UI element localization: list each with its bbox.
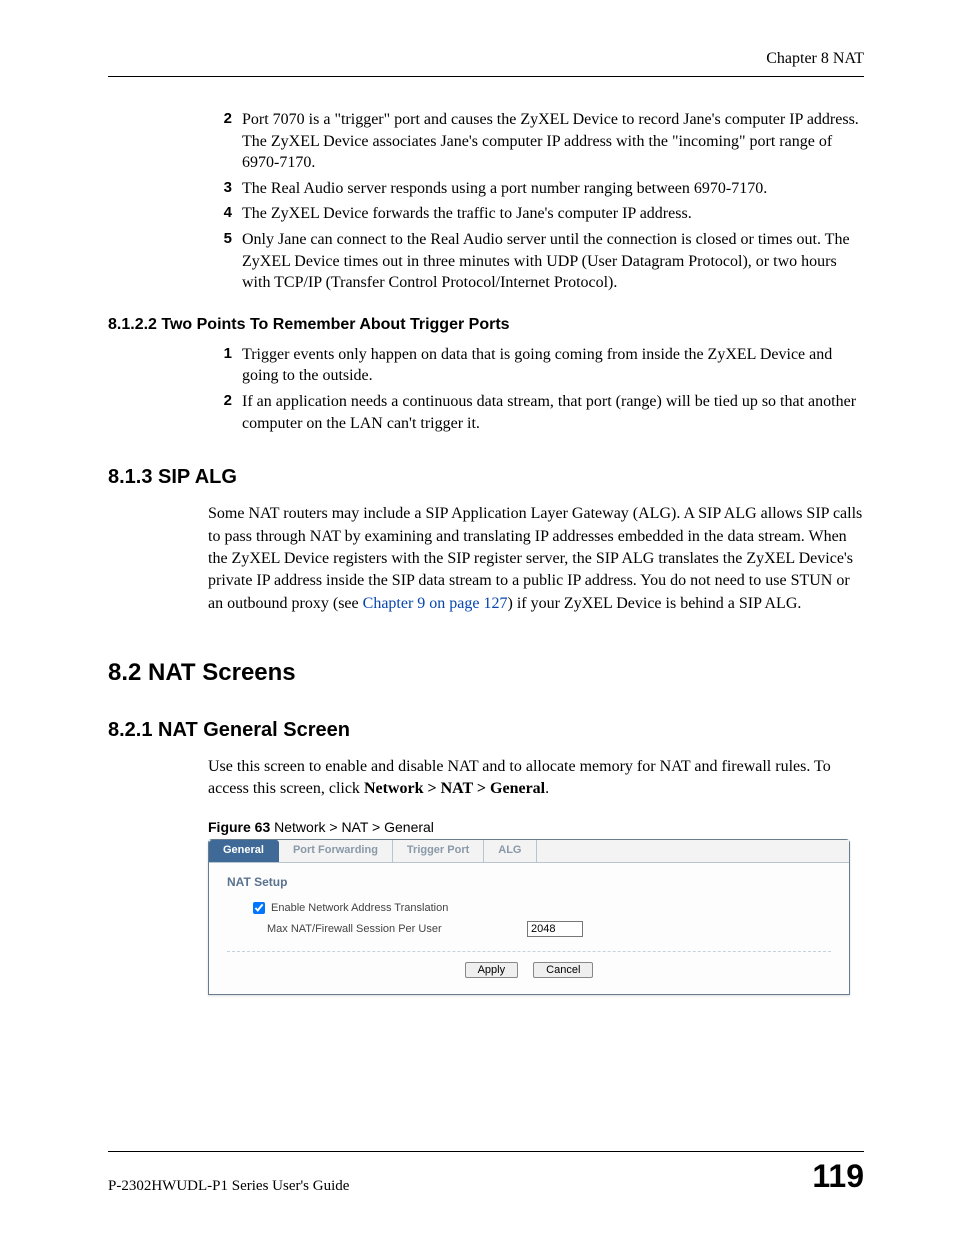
nat-general-screenshot: General Port Forwarding Trigger Port ALG… xyxy=(208,839,850,995)
tab-bar: General Port Forwarding Trigger Port ALG xyxy=(209,840,849,863)
heading-8-2-1: 8.2.1 NAT General Screen xyxy=(108,719,864,742)
panel-title: NAT Setup xyxy=(227,875,831,889)
nat-general-text-b: . xyxy=(545,780,549,797)
nat-general-paragraph: Use this screen to enable and disable NA… xyxy=(208,756,864,801)
heading-8-1-2-2: 8.1.2.2 Two Points To Remember About Tri… xyxy=(108,316,864,334)
cancel-button[interactable]: Cancel xyxy=(533,962,593,978)
step-number: 3 xyxy=(208,178,232,196)
footer-rule xyxy=(108,1151,864,1152)
step-text: Only Jane can connect to the Real Audio … xyxy=(242,229,864,294)
figure-caption-text: Network > NAT > General xyxy=(270,819,434,835)
chapter-9-link[interactable]: Chapter 9 on page 127 xyxy=(363,595,508,612)
figure-caption: Figure 63 Network > NAT > General xyxy=(208,819,864,835)
chapter-header: Chapter 8 NAT xyxy=(108,50,864,68)
tab-alg[interactable]: ALG xyxy=(484,840,536,862)
step-number: 2 xyxy=(208,391,232,409)
step-text: Trigger events only happen on data that … xyxy=(242,344,864,387)
page-number: 119 xyxy=(812,1158,864,1195)
step-number: 4 xyxy=(208,203,232,221)
nav-path: Network > NAT > General xyxy=(364,780,545,797)
tab-port-forwarding[interactable]: Port Forwarding xyxy=(279,840,393,862)
step-number: 1 xyxy=(208,344,232,362)
header-rule xyxy=(108,76,864,77)
max-session-input[interactable] xyxy=(527,921,583,937)
heading-8-2: 8.2 NAT Screens xyxy=(108,659,864,687)
step-number: 5 xyxy=(208,229,232,247)
trigger-port-steps: 2 Port 7070 is a "trigger" port and cause… xyxy=(208,109,864,294)
step-text: The Real Audio server responds using a p… xyxy=(242,178,864,200)
figure-number: Figure 63 xyxy=(208,819,270,835)
step-text: Port 7070 is a "trigger" port and causes… xyxy=(242,109,864,174)
sip-alg-text-b: ) if your ZyXEL Device is behind a SIP A… xyxy=(508,595,802,612)
tab-trigger-port[interactable]: Trigger Port xyxy=(393,840,484,862)
enable-nat-checkbox[interactable] xyxy=(253,902,265,914)
heading-8-1-3: 8.1.3 SIP ALG xyxy=(108,466,864,489)
step-number: 2 xyxy=(208,109,232,127)
trigger-ports-remember-list: 1 Trigger events only happen on data that… xyxy=(208,344,864,434)
apply-button[interactable]: Apply xyxy=(465,962,519,978)
sip-alg-paragraph: Some NAT routers may include a SIP Appli… xyxy=(208,503,864,615)
enable-nat-label: Enable Network Address Translation xyxy=(271,902,531,914)
footer-guide-name: P-2302HWUDL-P1 Series User's Guide xyxy=(108,1178,349,1195)
step-text: If an application needs a continuous dat… xyxy=(242,391,864,434)
step-text: The ZyXEL Device forwards the traffic to… xyxy=(242,203,864,225)
max-session-label: Max NAT/Firewall Session Per User xyxy=(267,923,527,935)
tab-general[interactable]: General xyxy=(209,840,279,862)
